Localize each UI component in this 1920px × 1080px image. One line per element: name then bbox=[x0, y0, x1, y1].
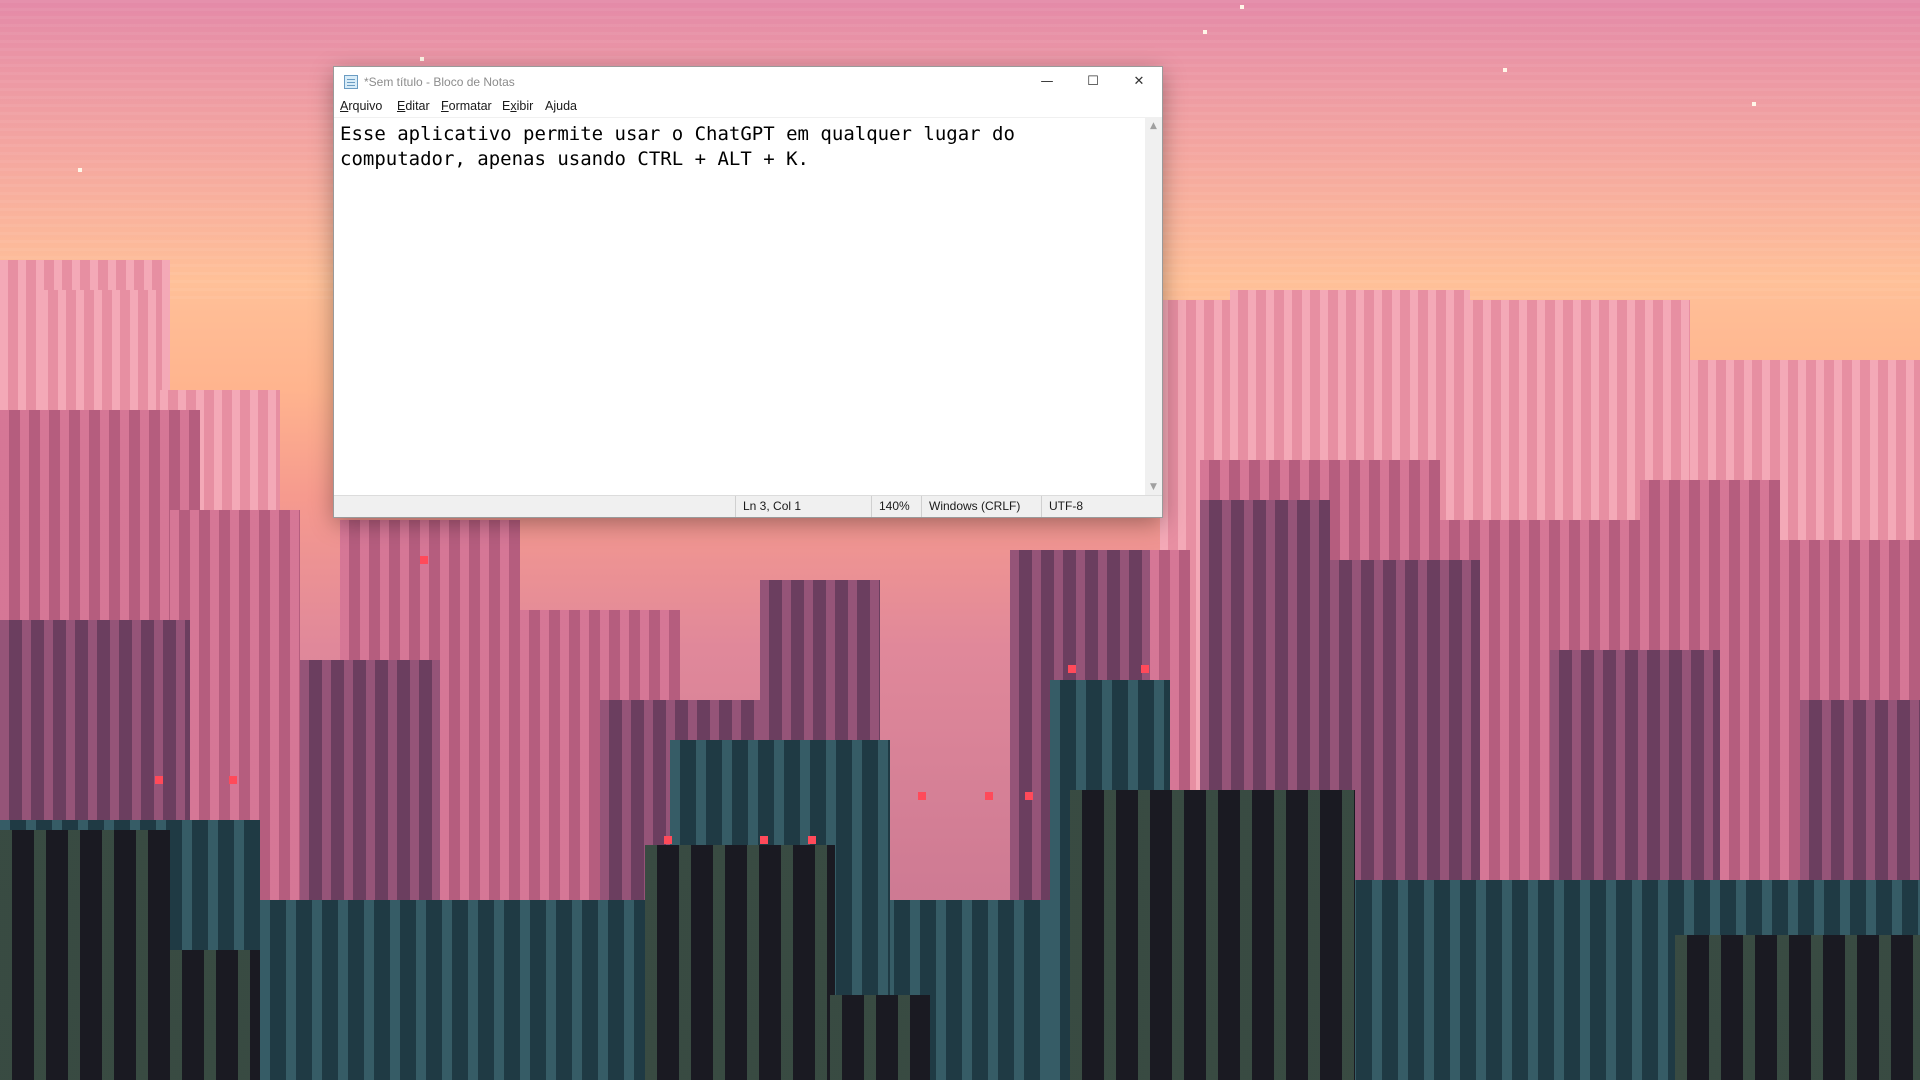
status-bar: Ln 3, Col 1 140% Windows (CRLF) UTF-8 bbox=[334, 495, 1162, 517]
vertical-scrollbar[interactable]: ▲ ▼ bbox=[1145, 118, 1162, 496]
menu-arquivo[interactable]: Arquivo bbox=[340, 99, 382, 113]
red-light bbox=[985, 792, 993, 800]
status-encoding: UTF-8 bbox=[1041, 496, 1162, 517]
status-position: Ln 3, Col 1 bbox=[735, 496, 871, 517]
red-light bbox=[664, 836, 672, 844]
star bbox=[1203, 30, 1207, 34]
building bbox=[1070, 790, 1355, 1080]
menu-ajuda[interactable]: Ajuda bbox=[545, 99, 577, 113]
star bbox=[1752, 102, 1756, 106]
star bbox=[420, 57, 424, 61]
red-light bbox=[1141, 665, 1149, 673]
star bbox=[1240, 5, 1244, 9]
red-light bbox=[229, 776, 237, 784]
red-light bbox=[760, 836, 768, 844]
red-light bbox=[155, 776, 163, 784]
red-light bbox=[420, 556, 428, 564]
minimize-button[interactable]: — bbox=[1024, 67, 1070, 97]
notepad-icon bbox=[344, 75, 358, 89]
building bbox=[645, 845, 835, 1080]
maximize-button[interactable]: ☐ bbox=[1070, 67, 1116, 97]
red-light bbox=[1068, 665, 1076, 673]
building bbox=[170, 950, 260, 1080]
status-zoom: 140% bbox=[871, 496, 921, 517]
menu-bar: Arquivo Editar Formatar Exibir Ajuda bbox=[334, 97, 1162, 117]
text-editor[interactable]: Esse aplicativo permite usar o ChatGPT e… bbox=[334, 117, 1162, 496]
building bbox=[0, 830, 170, 1080]
status-line-ending: Windows (CRLF) bbox=[921, 496, 1041, 517]
menu-formatar[interactable]: Formatar bbox=[441, 99, 492, 113]
building bbox=[1675, 935, 1920, 1080]
menu-editar[interactable]: Editar bbox=[397, 99, 430, 113]
red-light bbox=[1025, 792, 1033, 800]
scroll-down-icon[interactable]: ▼ bbox=[1145, 479, 1162, 496]
star bbox=[1503, 68, 1507, 72]
title-bar[interactable]: *Sem título - Bloco de Notas — ☐ ✕ bbox=[334, 67, 1162, 97]
close-button[interactable]: ✕ bbox=[1116, 67, 1162, 97]
menu-exibir[interactable]: Exibir bbox=[502, 99, 533, 113]
editor-content[interactable]: Esse aplicativo permite usar o ChatGPT e… bbox=[340, 122, 1140, 171]
star bbox=[78, 168, 82, 172]
notepad-window[interactable]: *Sem título - Bloco de Notas — ☐ ✕ Arqui… bbox=[334, 67, 1162, 517]
red-light bbox=[808, 836, 816, 844]
scroll-up-icon[interactable]: ▲ bbox=[1145, 118, 1162, 135]
red-light bbox=[918, 792, 926, 800]
window-title: *Sem título - Bloco de Notas bbox=[364, 75, 515, 89]
building bbox=[830, 995, 930, 1080]
